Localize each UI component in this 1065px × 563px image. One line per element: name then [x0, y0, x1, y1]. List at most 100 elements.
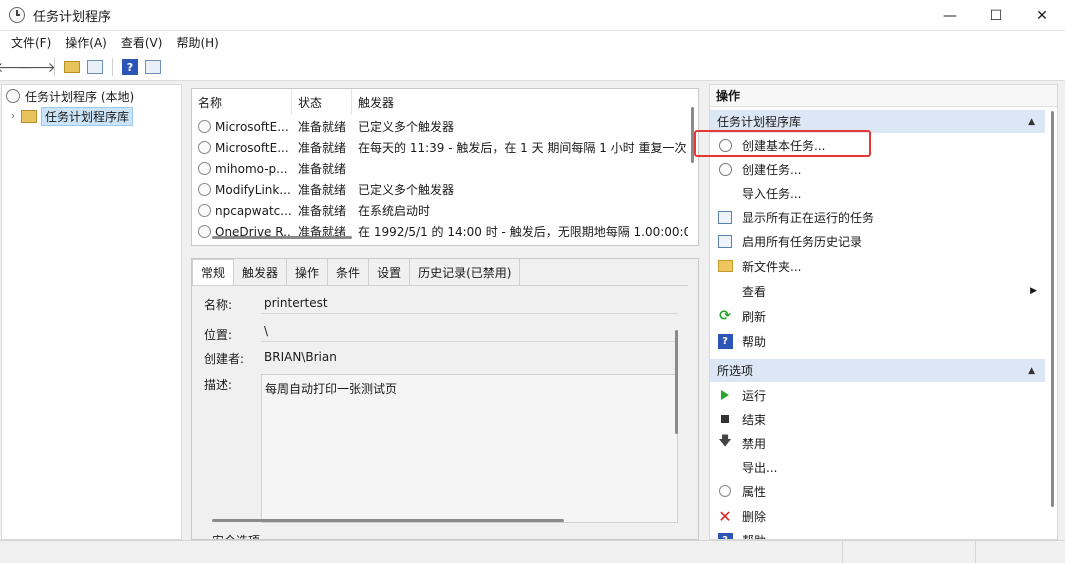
help-button[interactable]: ?: [120, 57, 140, 77]
menu-view[interactable]: 查看(V): [114, 34, 170, 51]
delete-icon: ✕: [718, 506, 732, 526]
task-clock-icon: [198, 183, 211, 196]
action-label: 删除: [742, 509, 767, 524]
detail-tabs: 常规 触发器 操作 条件 设置 历史记录(已禁用): [192, 259, 521, 285]
table-row[interactable]: MicrosoftE... 准备就绪 在每天的 11:39 - 触发后，在 1 …: [192, 137, 688, 158]
tab-conditions[interactable]: 条件: [328, 259, 370, 285]
task-list-vertical-scrollbar[interactable]: [690, 93, 696, 223]
forward-arrow-icon: 🡒: [18, 59, 56, 76]
tab-history[interactable]: 历史记录(已禁用): [410, 259, 521, 285]
tree-item-root[interactable]: 任务计划程序 (本地): [6, 86, 134, 106]
location-field: \: [261, 320, 678, 342]
chevron-right-icon[interactable]: ›: [7, 111, 19, 122]
table-row[interactable]: mihomo-p... 准备就绪: [192, 158, 688, 179]
action-label: 新文件夹...: [742, 259, 802, 274]
action-label: 查看: [742, 284, 767, 299]
action-delete[interactable]: ✕ 删除: [710, 504, 1045, 528]
author-label: 创建者:: [204, 352, 245, 366]
refresh-icon: ⟳: [719, 308, 731, 324]
collapse-caret-icon[interactable]: ▲: [1028, 366, 1035, 376]
detail-vertical-scrollbar[interactable]: [675, 330, 678, 434]
action-label: 帮助: [742, 532, 1045, 540]
help-icon: ?: [122, 59, 138, 75]
console-tree-icon: [87, 60, 103, 74]
task-trigger: 已定义多个触发器: [358, 183, 455, 197]
show-hide-action-pane-button[interactable]: [143, 57, 163, 77]
column-header-name[interactable]: 名称: [192, 89, 292, 115]
action-label: 帮助: [742, 334, 767, 349]
task-name: MicrosoftE...: [215, 119, 289, 134]
task-name: npcapwatc...: [215, 203, 292, 218]
tab-triggers[interactable]: 触发器: [234, 259, 288, 285]
task-clock-icon: [198, 162, 211, 175]
column-header-status[interactable]: 状态: [292, 89, 352, 115]
task-scheduler-icon: [9, 7, 25, 23]
action-label: 导入任务...: [742, 186, 802, 201]
location-value: \: [264, 323, 269, 338]
action-show-running-tasks[interactable]: 显示所有正在运行的任务: [710, 205, 1045, 229]
action-run[interactable]: 运行: [710, 383, 1045, 407]
maximize-button[interactable]: ☐: [973, 0, 1019, 31]
tab-settings[interactable]: 设置: [369, 259, 411, 285]
list-icon: [718, 210, 732, 224]
action-new-folder[interactable]: 新文件夹...: [710, 254, 1045, 278]
action-export[interactable]: 导出...: [710, 455, 1045, 479]
task-clock-icon: [198, 141, 211, 154]
show-hide-tree-button[interactable]: [85, 57, 105, 77]
action-properties[interactable]: 属性: [710, 479, 1045, 503]
folder-icon: [717, 260, 733, 272]
name-field[interactable]: printertest: [261, 292, 678, 314]
forward-button[interactable]: 🡒: [18, 57, 56, 77]
actions-vertical-scrollbar[interactable]: [1051, 111, 1054, 507]
description-field[interactable]: 每周自动打印一张测试页: [261, 374, 678, 523]
menu-help[interactable]: 帮助(H): [169, 34, 225, 51]
column-header-trigger[interactable]: 触发器: [352, 89, 688, 115]
task-list-horizontal-scrollbar[interactable]: [212, 236, 352, 239]
action-view[interactable]: 查看 ▶: [710, 279, 1045, 303]
minimize-button[interactable]: —: [927, 0, 973, 31]
menu-bar: 文件(F) 操作(A) 查看(V) 帮助(H): [0, 31, 1065, 54]
tab-general[interactable]: 常规: [192, 259, 235, 285]
task-trigger: 在系统启动时: [358, 204, 431, 218]
highlight-box: [694, 130, 871, 157]
action-label: 刷新: [742, 309, 767, 324]
tab-actions[interactable]: 操作: [287, 259, 329, 285]
action-label: 创建任务...: [742, 162, 802, 177]
disable-icon: 🡇: [718, 434, 732, 449]
action-label: 导出...: [742, 460, 778, 475]
status-bar: [0, 540, 1065, 563]
task-status: 准备就绪: [298, 183, 347, 197]
description-label: 描述:: [204, 378, 233, 392]
menu-file[interactable]: 文件(F): [4, 34, 58, 51]
close-button[interactable]: ✕: [1019, 0, 1065, 31]
action-help-selected[interactable]: ? 帮助: [710, 528, 1045, 540]
table-row[interactable]: npcapwatc... 准备就绪 在系统启动时: [192, 200, 688, 221]
detail-horizontal-scrollbar[interactable]: [212, 519, 564, 522]
action-enable-history[interactable]: 启用所有任务历史记录: [710, 229, 1045, 253]
status-cell: [843, 541, 976, 563]
action-disable[interactable]: 🡇 禁用: [710, 431, 1045, 455]
action-import-task[interactable]: 导入任务...: [710, 181, 1045, 205]
menu-action[interactable]: 操作(A): [58, 34, 114, 51]
window-controls: — ☐ ✕: [927, 0, 1065, 31]
task-trigger: 在每天的 11:39 - 触发后，在 1 天 期间每隔 1 小时 重复一次: [358, 141, 687, 155]
collapse-caret-icon[interactable]: ▲: [1028, 117, 1035, 127]
up-folder-button[interactable]: [62, 57, 82, 77]
table-row[interactable]: MicrosoftE... 准备就绪 已定义多个触发器: [192, 116, 688, 137]
action-refresh[interactable]: ⟳ 刷新: [710, 304, 1045, 328]
task-status: 准备就绪: [298, 120, 347, 134]
section-header-selected[interactable]: 所选项 ▲: [710, 359, 1045, 382]
table-row[interactable]: ModifyLink... 准备就绪 已定义多个触发器: [192, 179, 688, 200]
tree-library-label: 任务计划程序库: [41, 106, 134, 126]
task-trigger: 已定义多个触发器: [358, 120, 455, 134]
tree-item-library[interactable]: › 任务计划程序库: [7, 106, 134, 126]
action-label: 禁用: [742, 436, 767, 451]
action-create-task[interactable]: 创建任务...: [710, 157, 1045, 181]
section-library-label: 任务计划程序库: [717, 115, 802, 129]
task-name: MicrosoftE...: [215, 140, 289, 155]
action-end[interactable]: 结束: [710, 407, 1045, 431]
action-label: 显示所有正在运行的任务: [742, 210, 875, 225]
action-help[interactable]: ? 帮助: [710, 329, 1045, 353]
toolbar: 🡐 🡒 ?: [0, 54, 1065, 81]
status-cell: [0, 541, 843, 563]
